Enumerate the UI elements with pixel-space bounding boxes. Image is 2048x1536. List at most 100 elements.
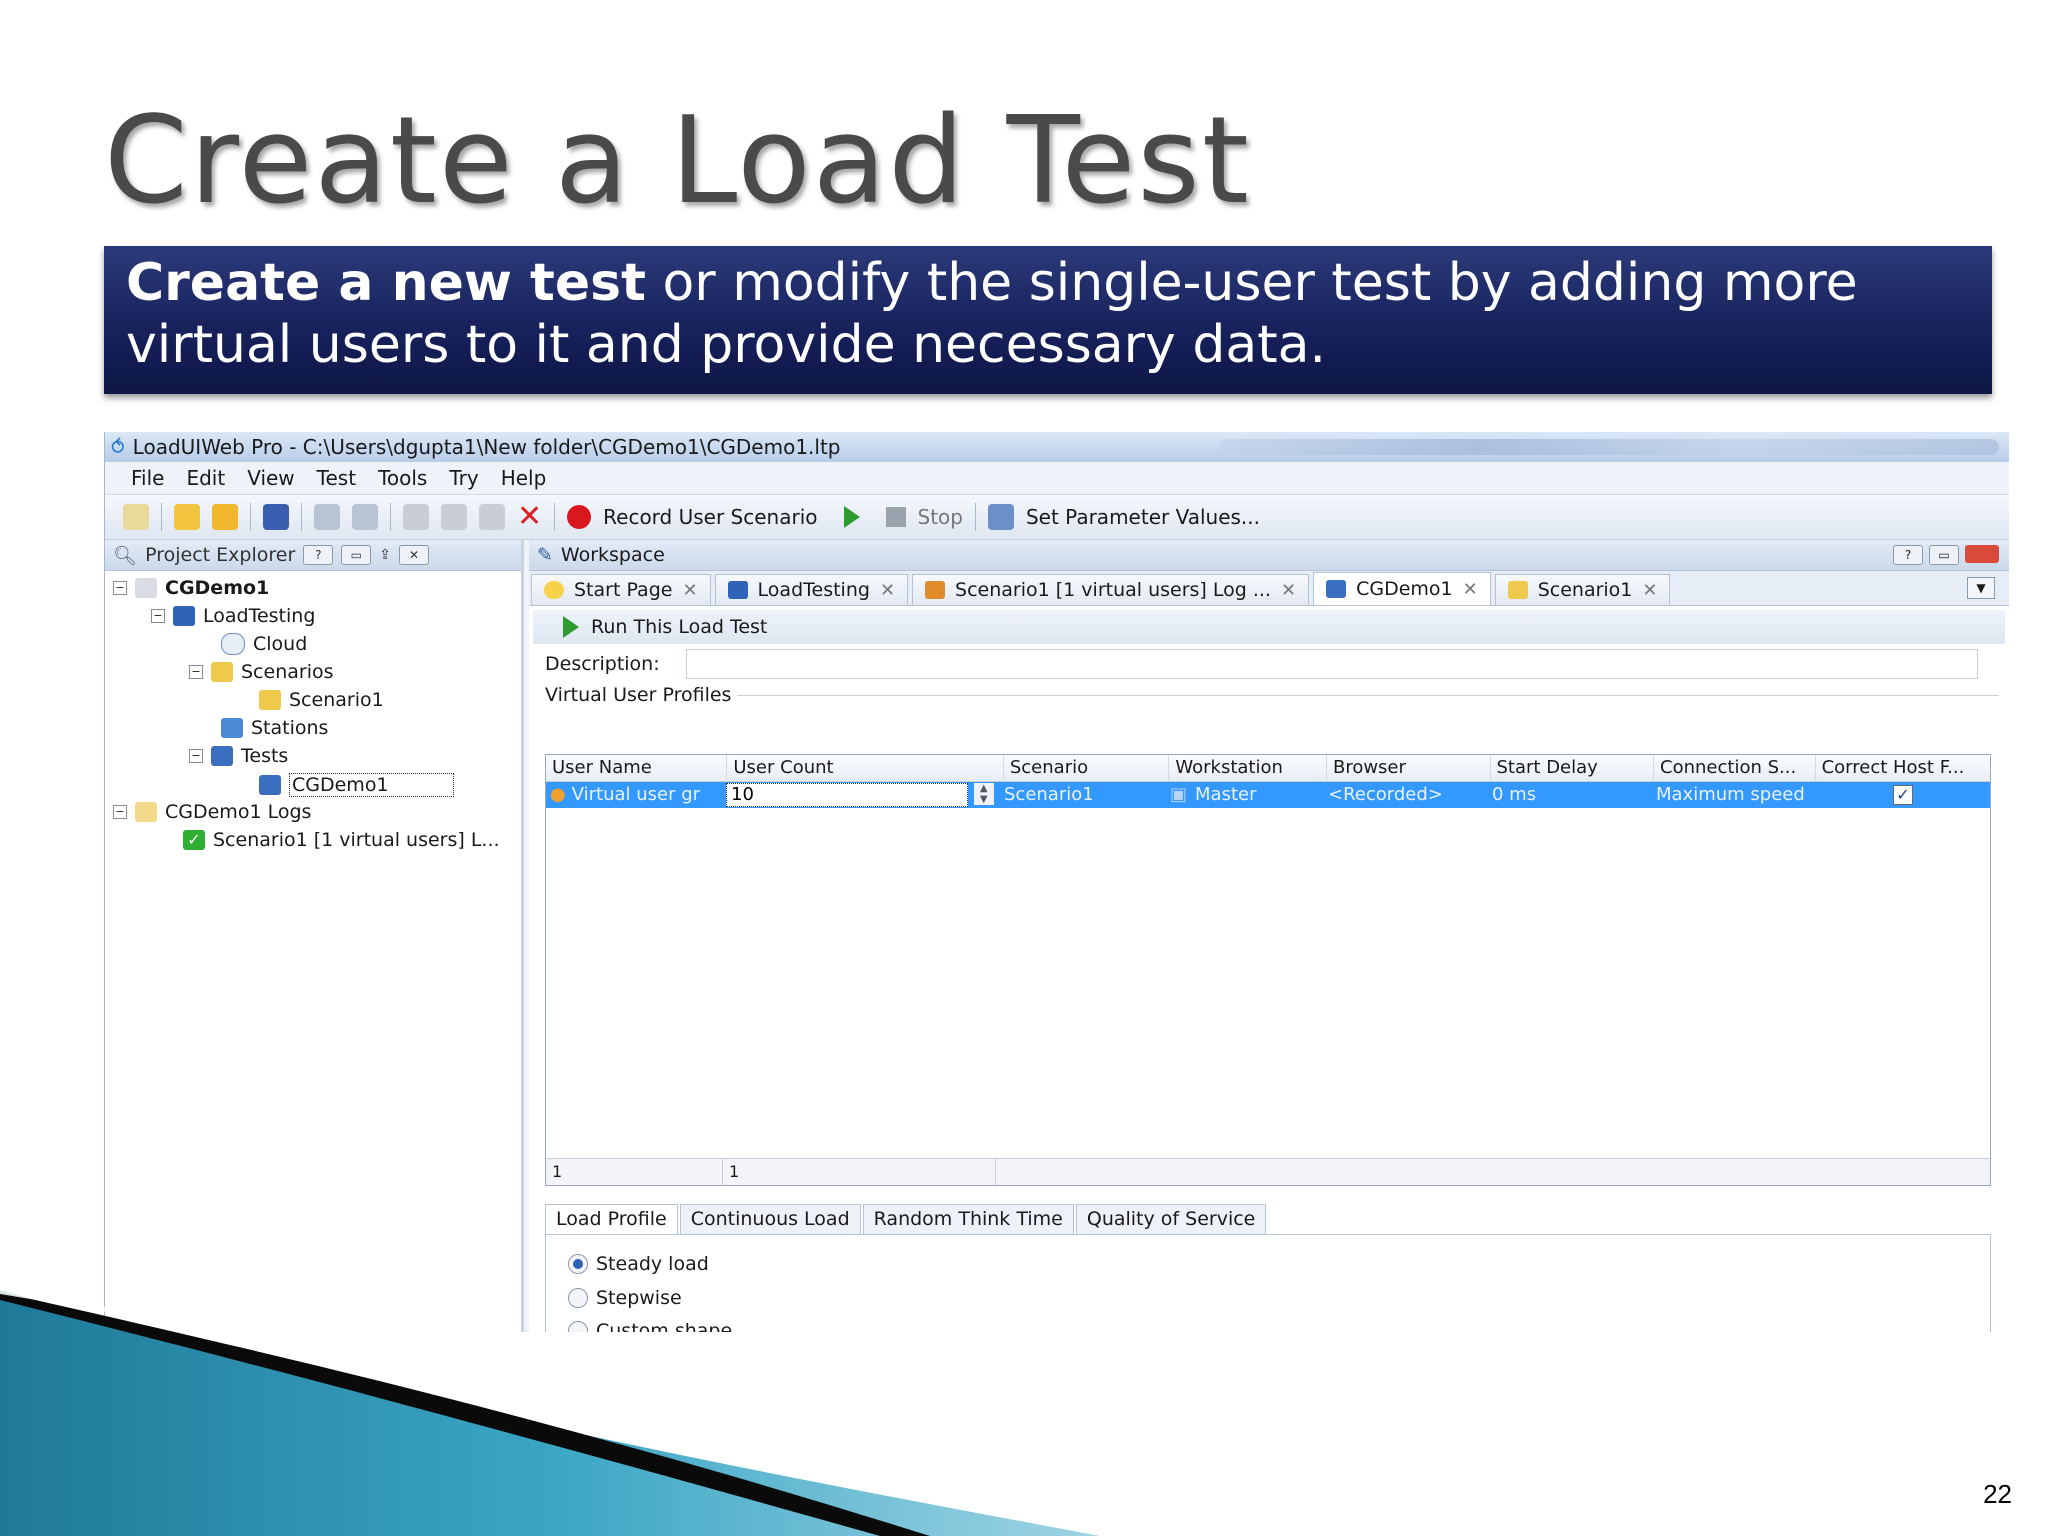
tab-load-profile[interactable]: Load Profile [545, 1204, 678, 1234]
tree-label: Scenario1 [1 virtual users] L... [213, 829, 500, 851]
radio-selected-icon[interactable] [568, 1254, 588, 1274]
menu-view[interactable]: View [247, 466, 294, 490]
pin-icon[interactable]: ⇪ [379, 547, 391, 563]
help-icon[interactable]: ? [303, 545, 334, 565]
copy-icon[interactable] [441, 504, 467, 530]
tree-node-loadtesting[interactable]: − LoadTesting [151, 605, 315, 627]
toolbar-separator [301, 503, 302, 531]
tree-node-logs[interactable]: − CGDemo1 Logs [113, 801, 311, 823]
close-tab-icon[interactable]: ✕ [1281, 580, 1296, 601]
workstation-icon: ▣ [1170, 784, 1188, 805]
menu-try[interactable]: Try [449, 466, 478, 490]
description-input[interactable] [685, 649, 1978, 679]
tabs-dropdown-icon[interactable]: ▼ [1967, 577, 1995, 599]
record-icon[interactable] [567, 505, 592, 529]
close-tab-icon[interactable]: ✕ [1463, 579, 1478, 600]
run-load-test-button[interactable]: Run This Load Test [591, 616, 767, 638]
play-icon[interactable] [563, 616, 579, 638]
tab-random-think-time[interactable]: Random Think Time [862, 1204, 1074, 1234]
collapse-icon[interactable]: − [189, 749, 203, 763]
cell-user-count[interactable]: 10 ▲ ▼ [726, 782, 998, 808]
page-number: 22 [1983, 1479, 2012, 1509]
stop-icon[interactable] [885, 507, 906, 527]
tab-start-page[interactable]: Start Page ✕ [531, 574, 711, 605]
tree-node-tests[interactable]: − Tests [189, 745, 288, 767]
close-icon[interactable] [1965, 545, 1999, 563]
correct-host-checkbox[interactable]: ✓ [1893, 785, 1913, 805]
cell-browser[interactable]: <Recorded> [1322, 782, 1486, 808]
menu-file[interactable]: File [131, 466, 164, 490]
close-tab-icon[interactable]: ✕ [1642, 580, 1657, 601]
cell-user-name[interactable]: ● Virtual user gr [546, 782, 726, 808]
cell-workstation[interactable]: ▣ Master [1164, 782, 1322, 808]
user-count-input[interactable]: 10 [726, 783, 968, 807]
cell-scenario[interactable]: Scenario1 [998, 782, 1164, 808]
collapse-icon[interactable]: − [151, 609, 165, 623]
tree-node-scenarios[interactable]: − Scenarios [189, 661, 334, 683]
table-row[interactable]: ● Virtual user gr 10 ▲ ▼ Scenario1 ▣ Mast… [546, 782, 1990, 808]
close-icon[interactable]: ✕ [399, 545, 430, 565]
tab-cgdemo1[interactable]: CGDemo1 ✕ [1313, 572, 1491, 605]
cell-user-name-text: Virtual user gr [571, 784, 701, 805]
tree-node-stations[interactable]: Stations [221, 717, 328, 739]
tree-label: Stations [251, 717, 329, 739]
play-icon[interactable] [843, 506, 860, 528]
col-correct-host[interactable]: Correct Host F... [1816, 755, 1990, 781]
parameters-icon[interactable] [987, 504, 1014, 530]
menu-tools[interactable]: Tools [378, 466, 427, 490]
tree-node-root[interactable]: − CGDemo1 [113, 577, 269, 599]
loadtesting-icon [173, 606, 195, 626]
footer-count-2: 1 [723, 1159, 996, 1185]
cell-connection-speed[interactable]: Maximum speed [1650, 782, 1812, 808]
new-project-icon[interactable] [123, 504, 149, 530]
tab-quality-of-service[interactable]: Quality of Service [1075, 1204, 1267, 1234]
help-icon[interactable]: ? [1893, 545, 1923, 565]
col-start-delay[interactable]: Start Delay [1491, 755, 1655, 781]
cell-start-delay[interactable]: 0 ms [1486, 782, 1650, 808]
set-parameter-values-button[interactable]: Set Parameter Values... [1026, 505, 1260, 529]
cloud-icon [221, 633, 245, 655]
col-browser[interactable]: Browser [1327, 755, 1491, 781]
menu-help[interactable]: Help [501, 466, 547, 490]
restore-icon[interactable]: ▭ [341, 545, 372, 565]
banner-bold-text: Create a new test [126, 253, 646, 313]
radio-steady-load[interactable]: Steady load [568, 1253, 709, 1275]
close-tab-icon[interactable]: ✕ [682, 580, 697, 601]
load-tabs: Load Profile Continuous Load Random Thin… [545, 1204, 1268, 1234]
tab-continuous-load[interactable]: Continuous Load [679, 1204, 861, 1234]
col-user-name[interactable]: User Name [546, 755, 728, 781]
app-logo-icon: ⥀ [111, 435, 125, 459]
col-workstation[interactable]: Workstation [1169, 755, 1327, 781]
open-folder-icon[interactable] [174, 504, 200, 530]
tree-node-scenario1[interactable]: Scenario1 [259, 689, 384, 711]
col-scenario[interactable]: Scenario [1004, 755, 1170, 781]
close-tab-icon[interactable]: ✕ [880, 580, 895, 601]
tree-node-test-cgdemo1[interactable]: CGDemo1 [259, 773, 454, 797]
paste-icon[interactable] [479, 504, 505, 530]
tree-node-cloud[interactable]: Cloud [221, 633, 307, 655]
delete-icon[interactable]: ✕ [517, 502, 542, 532]
undo-icon[interactable] [314, 504, 340, 530]
collapse-icon[interactable]: − [113, 805, 127, 819]
collapse-icon[interactable]: − [189, 665, 203, 679]
col-user-count[interactable]: User Count [727, 755, 1004, 781]
cut-icon[interactable] [403, 504, 429, 530]
stop-button[interactable]: Stop [918, 505, 963, 529]
check-success-icon: ✓ [183, 830, 205, 850]
menu-edit[interactable]: Edit [186, 466, 225, 490]
menu-test[interactable]: Test [317, 466, 356, 490]
tab-scenario1[interactable]: Scenario1 ✕ [1494, 574, 1671, 605]
open-recent-icon[interactable] [212, 504, 238, 530]
col-connection-speed[interactable]: Connection S... [1654, 755, 1816, 781]
collapse-icon[interactable]: − [113, 581, 127, 595]
record-user-scenario-button[interactable]: Record User Scenario [603, 505, 817, 529]
restore-icon[interactable]: ▭ [1929, 545, 1959, 565]
tab-loadtesting[interactable]: LoadTesting ✕ [714, 574, 909, 605]
cell-correct-host[interactable]: ✓ [1812, 782, 1988, 808]
tree-node-log-item[interactable]: ✓ Scenario1 [1 virtual users] L... [183, 829, 500, 851]
save-icon[interactable] [263, 504, 289, 530]
tree-label: CGDemo1 [289, 773, 454, 797]
tab-scenario-log[interactable]: Scenario1 [1 virtual users] Log ... ✕ [912, 574, 1310, 605]
spinner-icon[interactable]: ▲ ▼ [973, 783, 994, 805]
redo-icon[interactable] [352, 504, 378, 530]
